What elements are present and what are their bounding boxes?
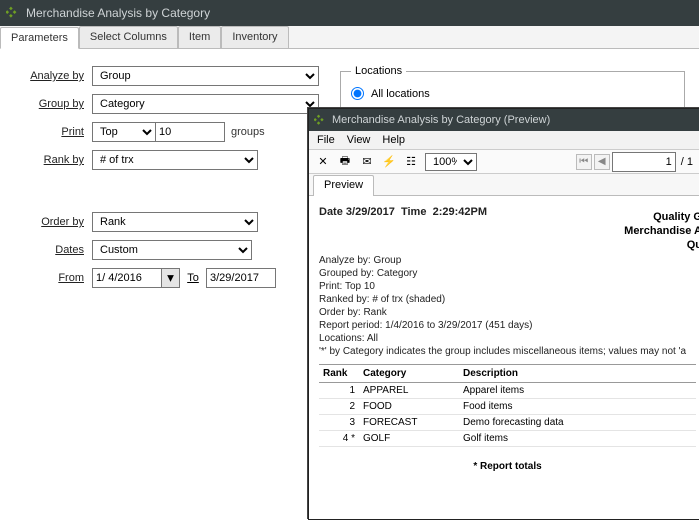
analyze-by-select[interactable]: Group (92, 66, 319, 86)
tab-select-columns[interactable]: Select Columns (79, 26, 178, 48)
to-label: To (180, 272, 206, 284)
locations-fieldset: Locations All locations (340, 65, 685, 111)
rank-by-label: Rank by (18, 154, 92, 166)
report-footer: * Report totals (319, 461, 696, 472)
col-category: Category (359, 365, 459, 383)
table-row: 4 *GOLFGolf items (319, 431, 696, 447)
menu-help[interactable]: Help (382, 134, 405, 146)
analyze-by-label: Analyze by (18, 70, 92, 82)
preview-toolbar: ✕ 🖶 ✉ ⚡ ☷ 100% ⏮ ◀ / 1 (309, 150, 699, 174)
main-tabs: Parameters Select Columns Item Inventory (0, 26, 699, 49)
refresh-icon[interactable]: ⚡ (381, 154, 397, 170)
table-row: 1APPARELApparel items (319, 383, 696, 399)
first-page-button[interactable]: ⏮ (576, 154, 592, 170)
export-icon[interactable]: ✉ (359, 154, 375, 170)
preview-window: Merchandise Analysis by Category (Previe… (308, 108, 699, 520)
window-title: Merchandise Analysis by Category (26, 6, 210, 20)
preview-tab[interactable]: Preview (313, 175, 374, 196)
all-locations-label: All locations (371, 88, 430, 100)
report-header-right: Quality G Merchandise A Qu (624, 210, 699, 252)
table-row: 2FOODFood items (319, 399, 696, 415)
from-label: From (18, 272, 92, 284)
tree-icon[interactable]: ☷ (403, 154, 419, 170)
prev-page-button[interactable]: ◀ (594, 154, 610, 170)
app-logo-icon (314, 114, 327, 127)
order-by-select[interactable]: Rank (92, 212, 258, 232)
preview-tabs: Preview (309, 174, 699, 196)
report-table: Rank Category Description 1APPARELAppare… (319, 364, 696, 447)
menu-view[interactable]: View (347, 134, 371, 146)
report-params: Analyze by: Group Grouped by: Category P… (319, 254, 696, 358)
locations-legend: Locations (351, 65, 406, 77)
tab-parameters[interactable]: Parameters (0, 27, 79, 49)
menu-file[interactable]: File (317, 134, 335, 146)
order-by-label: Order by (18, 216, 92, 228)
preview-menubar: File View Help (309, 131, 699, 150)
tab-item[interactable]: Item (178, 26, 221, 48)
col-description: Description (459, 365, 696, 383)
zoom-select[interactable]: 100% (425, 153, 477, 171)
chevron-down-icon: ▾ (167, 270, 174, 286)
tab-inventory[interactable]: Inventory (221, 26, 288, 48)
close-icon[interactable]: ✕ (315, 154, 331, 170)
print-icon[interactable]: 🖶 (337, 154, 353, 170)
group-by-select[interactable]: Category (92, 94, 319, 114)
main-titlebar: Merchandise Analysis by Category (0, 0, 699, 26)
print-mode-select[interactable]: Top (92, 122, 156, 142)
print-label: Print (18, 126, 92, 138)
group-by-label: Group by (18, 98, 92, 110)
page-total: / 1 (681, 156, 693, 168)
preview-titlebar: Merchandise Analysis by Category (Previe… (309, 109, 699, 131)
all-locations-radio[interactable] (351, 87, 364, 100)
app-logo-icon (6, 6, 20, 20)
dates-label: Dates (18, 244, 92, 256)
dates-select[interactable]: Custom (92, 240, 252, 260)
print-count-input[interactable] (155, 122, 225, 142)
col-rank: Rank (319, 365, 359, 383)
table-row: 3FORECASTDemo forecasting data (319, 415, 696, 431)
from-date-input[interactable] (92, 268, 162, 288)
rank-by-select[interactable]: # of trx (92, 150, 258, 170)
preview-page: Date 3/29/2017 Time 2:29:42PM Quality G … (309, 196, 699, 520)
to-date-input[interactable] (206, 268, 276, 288)
page-number-input[interactable] (612, 152, 676, 172)
groups-suffix: groups (231, 126, 265, 138)
preview-title: Merchandise Analysis by Category (Previe… (332, 114, 550, 126)
from-date-picker-button[interactable]: ▾ (162, 268, 180, 288)
